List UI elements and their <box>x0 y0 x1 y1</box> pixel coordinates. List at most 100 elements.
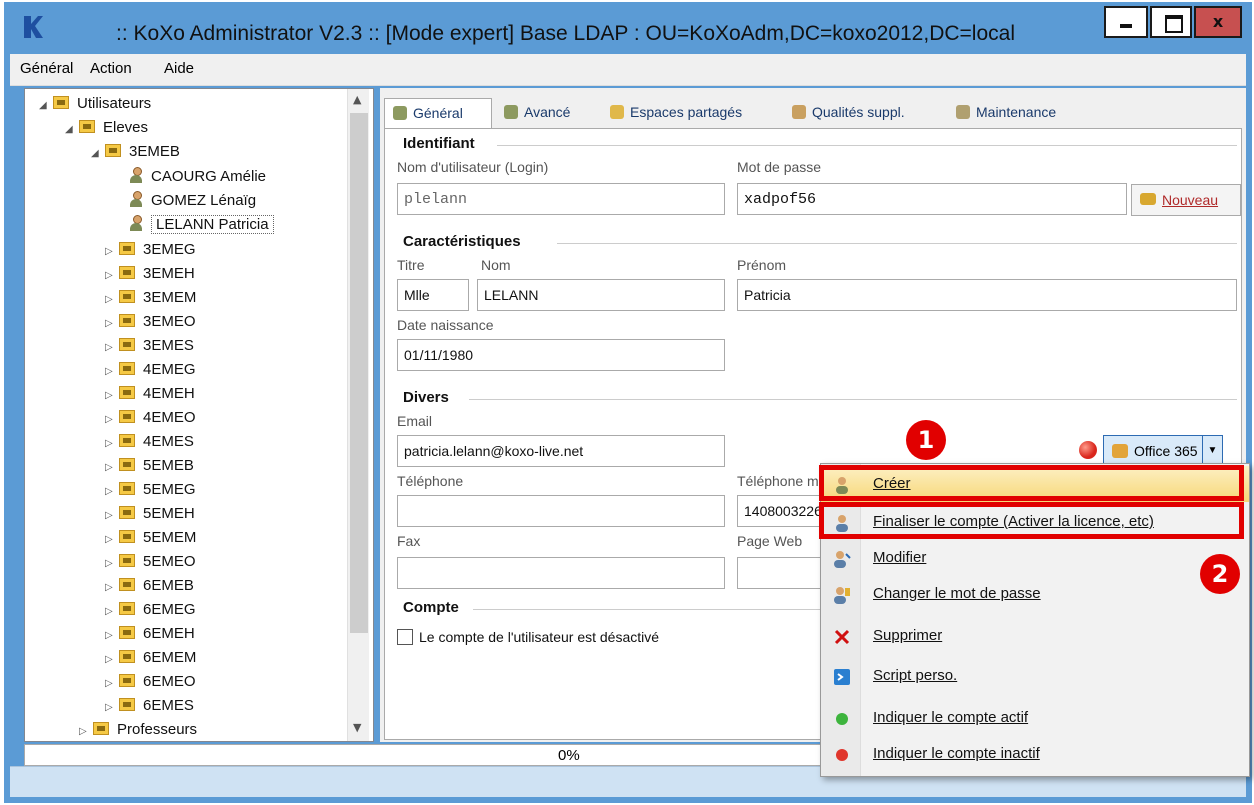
tree-node-class[interactable]: ▷ 4EMEO <box>105 409 196 431</box>
tree-node-class[interactable]: ▷ 6EMEM <box>105 649 196 671</box>
maximize-button[interactable] <box>1150 6 1192 38</box>
tree-node-class[interactable]: ▷ 5EMEG <box>105 481 196 503</box>
password-input[interactable] <box>737 183 1127 215</box>
tree-node-class[interactable]: ▷ 6EMEB <box>105 577 194 599</box>
tree-user-caourg[interactable]: CAOURG Amélie <box>129 167 266 189</box>
folder-icon <box>119 482 135 495</box>
office365-icon <box>1112 444 1128 458</box>
folder-icon <box>119 530 135 543</box>
folder-icon <box>119 362 135 375</box>
menu-action[interactable]: Action <box>90 60 132 77</box>
folder-icon <box>119 578 135 591</box>
tree-scrollbar[interactable]: ▲ ▼ <box>347 89 369 741</box>
tree-node-class[interactable]: ▷ 6EMES <box>105 697 194 719</box>
user-tree[interactable]: ◢ Utilisateurs ◢ Eleves ◢ 3EMEB CAOURG Amél… <box>24 88 374 742</box>
tree-node-class[interactable]: ▷ 3EMEO <box>105 313 196 335</box>
tree-node-class[interactable]: ▷ 6EMEO <box>105 673 196 695</box>
tree-node-class[interactable]: ▷ 4EMEG <box>105 361 196 383</box>
divider <box>557 243 1237 244</box>
menu-general[interactable]: Général <box>20 60 73 77</box>
tree-node-class[interactable]: ▷ 5EMEH <box>105 505 195 527</box>
menu-item-modifier[interactable]: Modifier <box>821 540 1249 576</box>
tree-node-class[interactable]: ▷ 6EMEH <box>105 625 195 647</box>
tree-node-class[interactable]: ▷ 5EMEM <box>105 529 196 551</box>
nouveau-button[interactable]: Nouveau <box>1131 184 1241 216</box>
folder-icon <box>119 650 135 663</box>
folder-icon <box>119 626 135 639</box>
section-divers: Divers <box>403 389 449 406</box>
divider <box>469 399 1237 400</box>
tree-node-class[interactable]: ▷ 4EMEH <box>105 385 195 407</box>
tree-node-utilisateurs[interactable]: ◢ Utilisateurs <box>39 95 151 117</box>
nom-input[interactable] <box>477 279 725 311</box>
account-disabled-label: Le compte de l'utilisateur est désactivé <box>419 629 660 645</box>
tree-node-class[interactable]: ▷ 4EMES <box>105 433 194 455</box>
close-button[interactable]: x <box>1194 6 1242 38</box>
user-icon <box>129 215 143 231</box>
folder-icon <box>119 698 135 711</box>
step-badge-2: 2 <box>1200 554 1240 594</box>
chevron-down-icon[interactable]: ▼ <box>1202 436 1222 466</box>
dob-input[interactable] <box>397 339 725 371</box>
tree-node-class[interactable]: ▷ 5EMEO <box>105 553 196 575</box>
menu-item-compte-inactif[interactable]: Indiquer le compte inactif <box>821 736 1249 772</box>
tab-avance[interactable]: Avancé <box>496 98 570 128</box>
fax-input[interactable] <box>397 557 725 589</box>
menu-bar: Général Action Aide <box>10 54 1246 86</box>
login-input[interactable] <box>397 183 725 215</box>
folder-icon <box>119 410 135 423</box>
tree-node-class[interactable]: ▷ 3EMEG <box>105 241 196 263</box>
tree-node-3emeb[interactable]: ◢ 3EMEB <box>91 143 180 165</box>
titre-input[interactable] <box>397 279 469 311</box>
prenom-input[interactable] <box>737 279 1237 311</box>
delete-icon <box>833 628 851 646</box>
scroll-down-icon[interactable]: ▼ <box>353 721 361 734</box>
tree-node-professeurs[interactable]: ▷ Professeurs <box>79 721 197 741</box>
menu-item-compte-actif[interactable]: Indiquer le compte actif <box>821 700 1249 736</box>
folder-icon <box>119 386 135 399</box>
tree-node-eleves[interactable]: ◢ Eleves <box>65 119 148 141</box>
folder-icon <box>119 338 135 351</box>
tab-general[interactable]: Général <box>384 98 492 130</box>
folder-icon <box>93 722 109 735</box>
folder-icon <box>119 554 135 567</box>
folder-icon <box>610 105 624 119</box>
tel-input[interactable] <box>397 495 725 527</box>
menu-aide[interactable]: Aide <box>164 60 194 77</box>
tree-node-class[interactable]: ▷ 6EMEG <box>105 601 196 623</box>
folder-icon <box>105 144 121 157</box>
menu-item-script[interactable]: Script perso. <box>821 658 1249 694</box>
password-label: Mot de passe <box>737 159 822 175</box>
scroll-up-icon[interactable]: ▲ <box>353 93 361 106</box>
user-key-icon <box>833 586 851 604</box>
tree-node-class[interactable]: ▷ 3EMEM <box>105 289 196 311</box>
tab-espaces-partages[interactable]: Espaces partagés <box>602 98 742 128</box>
scroll-thumb[interactable] <box>350 113 368 633</box>
green-dot-icon <box>833 710 851 728</box>
account-disabled-checkbox[interactable] <box>397 629 413 645</box>
menu-item-supprimer[interactable]: Supprimer <box>821 618 1249 654</box>
titre-label: Titre <box>397 257 425 273</box>
title-bar[interactable]: :: KoXo Administrator V2.3 :: [Mode expe… <box>10 2 1246 54</box>
tab-qualites[interactable]: Qualités suppl. <box>784 98 905 128</box>
tree-user-gomez[interactable]: GOMEZ Lénaïg <box>129 191 256 213</box>
nom-label: Nom <box>481 257 511 273</box>
red-dot-icon <box>833 746 851 764</box>
tree-node-class[interactable]: ▷ 3EMEH <box>105 265 195 287</box>
status-inactive-icon <box>1079 441 1097 459</box>
folder-icon <box>53 96 69 109</box>
tree-node-class[interactable]: ▷ 3EMES <box>105 337 194 359</box>
folder-icon <box>119 242 135 255</box>
user-icon <box>504 105 518 119</box>
tab-maintenance[interactable]: Maintenance <box>948 98 1056 128</box>
login-label: Nom d'utilisateur (Login) <box>397 159 549 175</box>
folder-icon <box>119 290 135 303</box>
menu-item-changer-mdp[interactable]: Changer le mot de passe <box>821 576 1249 612</box>
fax-label: Fax <box>397 533 421 549</box>
folder-icon <box>119 674 135 687</box>
email-input[interactable] <box>397 435 725 467</box>
tree-node-class[interactable]: ▷ 5EMEB <box>105 457 194 479</box>
minimize-button[interactable] <box>1104 6 1148 38</box>
key-icon <box>1140 193 1156 205</box>
tree-user-lelann[interactable]: LELANN Patricia <box>129 215 274 237</box>
